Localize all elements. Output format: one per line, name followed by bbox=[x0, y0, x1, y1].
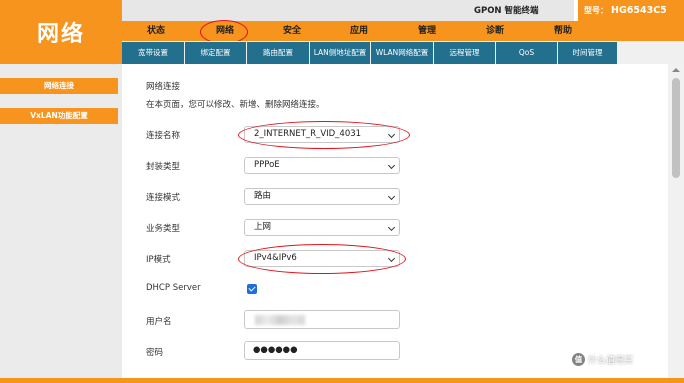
page-title: 网络连接 bbox=[146, 82, 181, 92]
encapsulation-select[interactable]: PPPoE bbox=[244, 157, 400, 174]
subtab-remote-management[interactable]: 远程管理 bbox=[434, 42, 495, 64]
connection-name-label: 连接名称 bbox=[146, 131, 181, 141]
watermark-text: 什么值得买 bbox=[588, 356, 634, 366]
scroll-up-arrow-icon[interactable] bbox=[672, 68, 680, 72]
sub-nav: 宽带设置 绑定配置 路由配置 LAN侧地址配置 WLAN网络配置 远程管理 Qo… bbox=[122, 41, 684, 64]
service-type-select[interactable]: 上网 bbox=[244, 219, 400, 236]
gpon-label: GPON 智能终端 bbox=[474, 6, 539, 16]
username-input[interactable] bbox=[244, 310, 400, 329]
main-nav: 状态 网络 安全 应用 管理 诊断 帮助 bbox=[122, 21, 684, 41]
nav-tab-applications[interactable]: 应用 bbox=[334, 21, 384, 41]
subtab-lan-address-config[interactable]: LAN侧地址配置 bbox=[310, 42, 370, 64]
ip-mode-label: IP模式 bbox=[146, 255, 171, 265]
brand-title: 网络 bbox=[36, 22, 85, 47]
nav-tab-help[interactable]: 帮助 bbox=[538, 21, 588, 41]
top-info-bar: GPON 智能终端 型号： HG6543C5 bbox=[122, 0, 684, 21]
watermark: 值 什么值得买 bbox=[572, 353, 633, 366]
chevron-down-icon bbox=[387, 130, 396, 139]
connection-mode-value: 路由 bbox=[254, 191, 272, 201]
sidebar: 网络连接 VxLAN功能配置 bbox=[0, 64, 122, 383]
encapsulation-label: 封装类型 bbox=[146, 162, 181, 172]
chevron-down-icon bbox=[387, 192, 396, 201]
brand-block: 网络 bbox=[0, 0, 122, 64]
model-value: HG6543C5 bbox=[611, 5, 667, 16]
model-badge: 型号： HG6543C5 bbox=[578, 0, 684, 21]
connection-mode-label: 连接模式 bbox=[146, 193, 181, 203]
chevron-down-icon bbox=[387, 161, 396, 170]
ip-mode-value: IPv4&IPv6 bbox=[254, 253, 297, 263]
subtab-binding-config[interactable]: 绑定配置 bbox=[185, 42, 246, 64]
connection-name-select[interactable]: 2_INTERNET_R_VID_4031 bbox=[244, 126, 400, 143]
model-label: 型号： bbox=[584, 6, 608, 15]
subtab-qos[interactable]: QoS bbox=[496, 42, 557, 64]
nav-tab-management[interactable]: 管理 bbox=[402, 21, 452, 41]
connection-mode-select[interactable]: 路由 bbox=[244, 188, 400, 205]
dhcp-server-label: DHCP Server bbox=[146, 283, 201, 293]
vertical-scrollbar[interactable] bbox=[668, 64, 684, 383]
bottom-accent-bar bbox=[0, 378, 684, 383]
gpon-banner: GPON 智能终端 bbox=[122, 0, 574, 21]
page-description: 在本页面，您可以修改、新增、删除网络连接。 bbox=[146, 100, 325, 110]
subtab-wlan-config[interactable]: WLAN网络配置 bbox=[371, 42, 433, 64]
watermark-logo: 值 bbox=[572, 353, 585, 366]
service-type-label: 业务类型 bbox=[146, 224, 181, 234]
subtab-routing-config[interactable]: 路由配置 bbox=[247, 42, 309, 64]
ip-mode-select[interactable]: IPv4&IPv6 bbox=[244, 250, 400, 267]
redacted-username bbox=[255, 315, 305, 325]
connection-name-value: 2_INTERNET_R_VID_4031 bbox=[254, 129, 362, 139]
subtab-time-management[interactable]: 时间管理 bbox=[558, 42, 617, 64]
nav-tab-security[interactable]: 安全 bbox=[267, 21, 317, 41]
sidebar-item-network-connection[interactable]: 网络连接 bbox=[0, 78, 118, 94]
nav-tab-status[interactable]: 状态 bbox=[131, 21, 181, 41]
password-label: 密码 bbox=[146, 348, 164, 358]
password-value: ●●●●●● bbox=[253, 345, 298, 355]
encapsulation-value: PPPoE bbox=[254, 160, 280, 170]
password-input[interactable]: ●●●●●● bbox=[244, 341, 400, 360]
chevron-down-icon bbox=[387, 223, 396, 232]
username-label: 用户名 bbox=[146, 317, 172, 327]
main-content: 网络连接 在本页面，您可以修改、新增、删除网络连接。 连接名称 2_INTERN… bbox=[122, 64, 668, 383]
dhcp-server-checkbox[interactable] bbox=[247, 284, 257, 294]
nav-tab-network[interactable]: 网络 bbox=[200, 21, 250, 41]
subtab-broadband-settings[interactable]: 宽带设置 bbox=[122, 42, 184, 64]
sidebar-item-vxlan-config[interactable]: VxLAN功能配置 bbox=[0, 108, 118, 124]
nav-tab-diagnostics[interactable]: 诊断 bbox=[470, 21, 520, 41]
chevron-down-icon bbox=[387, 254, 396, 263]
service-type-value: 上网 bbox=[254, 222, 272, 232]
scrollbar-thumb[interactable] bbox=[672, 78, 680, 178]
